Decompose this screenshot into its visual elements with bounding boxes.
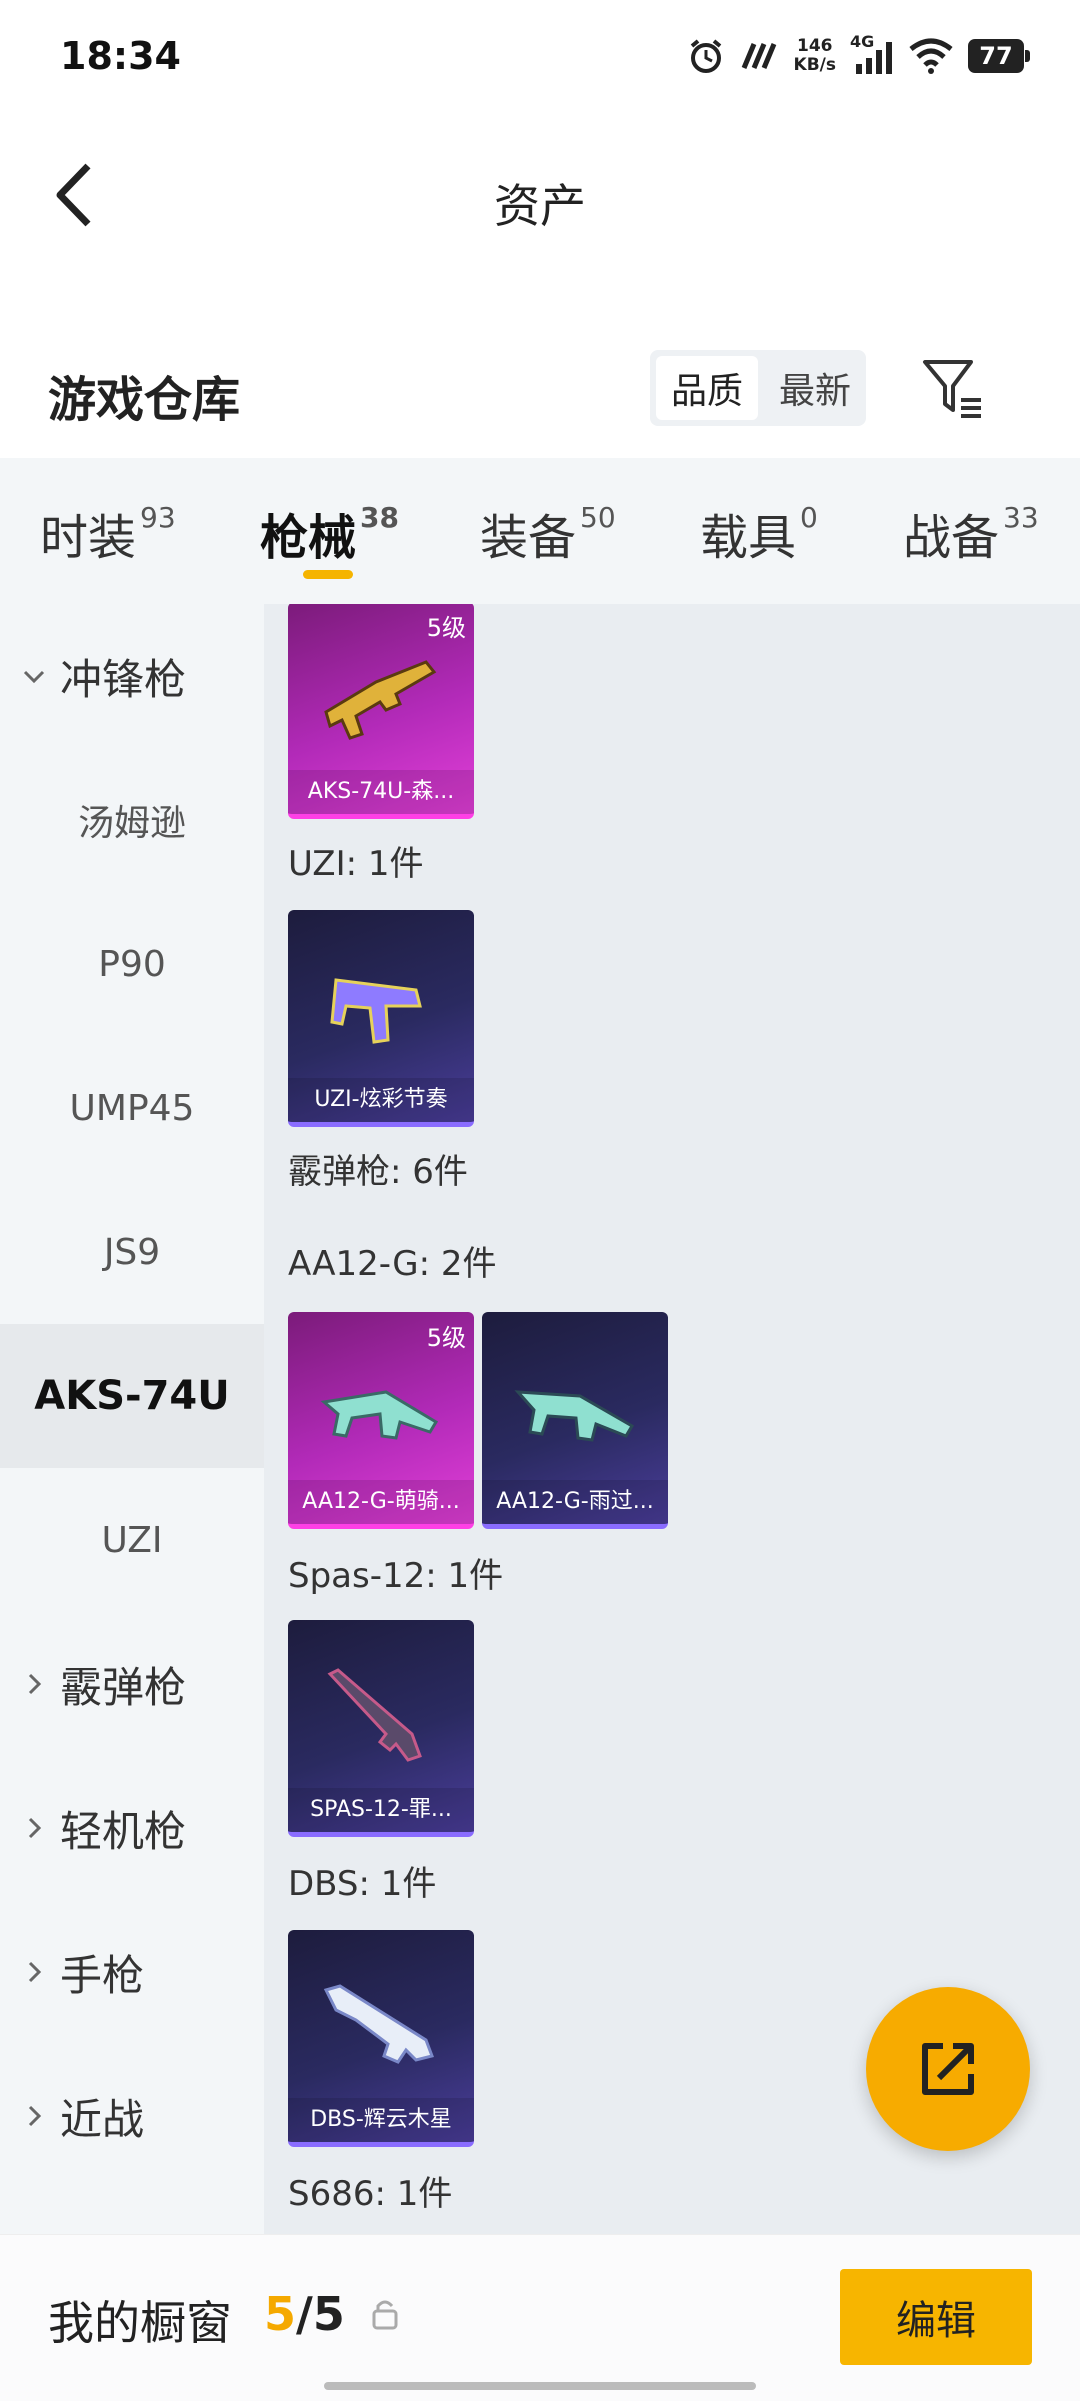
sidebar-category-pistol[interactable]: 手枪 — [0, 1900, 264, 2044]
shotgun-icon — [323, 1984, 434, 2064]
chevron-right-icon — [28, 1817, 42, 1839]
shotgun-icon — [327, 1668, 422, 1762]
shotgun-icon — [320, 1390, 439, 1440]
signal-icon: 4G — [850, 32, 894, 76]
sort-latest-button[interactable]: 最新 — [764, 350, 866, 426]
sidebar-item-thompson[interactable]: 汤姆逊 — [0, 748, 264, 892]
chevron-down-icon — [23, 670, 45, 684]
sort-quality-button[interactable]: 品质 — [656, 356, 758, 420]
status-icons: 146 KB/s 4G 77 — [686, 30, 1030, 82]
sidebar-item-js9[interactable]: JS9 — [0, 1180, 264, 1324]
share-button[interactable] — [866, 1987, 1030, 2151]
item-name: AA12-G-萌骑... — [288, 1480, 474, 1524]
tab-firearms[interactable]: 枪械 38 — [260, 498, 399, 568]
warehouse-bar: 游戏仓库 品质 最新 — [0, 330, 1080, 450]
sidebar-item-ump45[interactable]: UMP45 — [0, 1036, 264, 1180]
item-name: AA12-G-雨过... — [482, 1480, 668, 1524]
tab-fashion[interactable]: 时装 93 — [40, 498, 176, 568]
lock-icon — [372, 2300, 398, 2330]
group-label: AA12-G: 2件 — [288, 1244, 497, 1284]
item-level: 5级 — [426, 1324, 466, 1352]
app-icon — [741, 43, 776, 69]
active-tab-indicator — [303, 570, 353, 579]
group-label: UZI: 1件 — [288, 844, 424, 884]
showcase-bar: 我的橱窗 5/5 编辑 — [0, 2234, 1080, 2401]
weapon-sidebar: 冲锋枪 汤姆逊 P90 UMP45 JS9 AKS-74U UZI 霰弹枪 轻机… — [0, 604, 264, 2234]
tab-supplies[interactable]: 战备 33 — [903, 498, 1039, 568]
category-tabs: 时装 93 枪械 38 装备 50 载具 0 战备 33 — [0, 458, 1080, 604]
group-label: DBS: 1件 — [288, 1864, 437, 1904]
item-name: SPAS-12-罪... — [288, 1788, 474, 1832]
shotgun-icon — [514, 1390, 635, 1442]
sort-toggle: 品质 最新 — [650, 350, 866, 426]
status-time: 18:34 — [60, 34, 181, 78]
header: 资产 — [0, 130, 1080, 260]
wifi-icon — [909, 38, 953, 74]
item-name: UZI-炫彩节奏 — [288, 1078, 474, 1122]
smg-icon — [330, 978, 422, 1044]
showcase-count: 5/5 — [264, 2287, 345, 2341]
item-level: 5级 — [426, 614, 466, 642]
group-label: Spas-12: 1件 — [288, 1556, 504, 1596]
item-card[interactable]: UZI-炫彩节奏 — [288, 910, 474, 1127]
tab-vehicles[interactable]: 载具 0 — [700, 498, 818, 568]
item-card[interactable]: AA12-G-雨过... — [482, 1312, 668, 1529]
group-label: 霰弹枪: 6件 — [288, 1152, 468, 1192]
page-title: 资产 — [494, 179, 586, 233]
status-bar: 18:34 146 KB/s 4G 77 — [0, 0, 1080, 110]
sidebar-category-smg[interactable]: 冲锋枪 — [0, 604, 264, 748]
share-icon — [922, 2043, 974, 2095]
item-card[interactable]: 5级 AKS-74U-森... — [288, 604, 474, 819]
warehouse-title: 游戏仓库 — [48, 372, 241, 428]
chevron-right-icon — [28, 1961, 42, 1983]
sidebar-item-p90[interactable]: P90 — [0, 892, 264, 1036]
item-name: DBS-辉云木星 — [288, 2098, 474, 2142]
item-card[interactable]: SPAS-12-罪... — [288, 1620, 474, 1837]
net-speed: 146 KB/s — [793, 36, 836, 75]
showcase-title: 我的橱窗 — [48, 2296, 232, 2350]
alarm-icon — [690, 39, 721, 73]
chevron-right-icon — [28, 1673, 42, 1695]
item-name: AKS-74U-森... — [288, 770, 474, 814]
sidebar-category-shotgun[interactable]: 霰弹枪 — [0, 1612, 264, 1756]
item-card[interactable]: 5级 AA12-G-萌骑... — [288, 1312, 474, 1529]
battery-icon: 77 — [968, 39, 1030, 73]
sidebar-category-melee[interactable]: 近战 — [0, 2044, 264, 2188]
tab-equipment[interactable]: 装备 50 — [480, 498, 616, 568]
chevron-right-icon — [28, 2105, 42, 2127]
filter-icon — [923, 360, 981, 418]
sidebar-item-aks74u[interactable]: AKS-74U — [0, 1324, 264, 1468]
sidebar-category-lmg[interactable]: 轻机枪 — [0, 1756, 264, 1900]
sidebar-item-uzi[interactable]: UZI — [0, 1468, 264, 1612]
home-indicator[interactable] — [324, 2382, 756, 2390]
edit-button[interactable]: 编辑 — [840, 2269, 1032, 2365]
item-card[interactable]: DBS-辉云木星 — [288, 1930, 474, 2147]
rifle-icon — [324, 660, 437, 740]
group-label: S686: 1件 — [288, 2174, 453, 2214]
filter-button[interactable] — [915, 348, 995, 428]
